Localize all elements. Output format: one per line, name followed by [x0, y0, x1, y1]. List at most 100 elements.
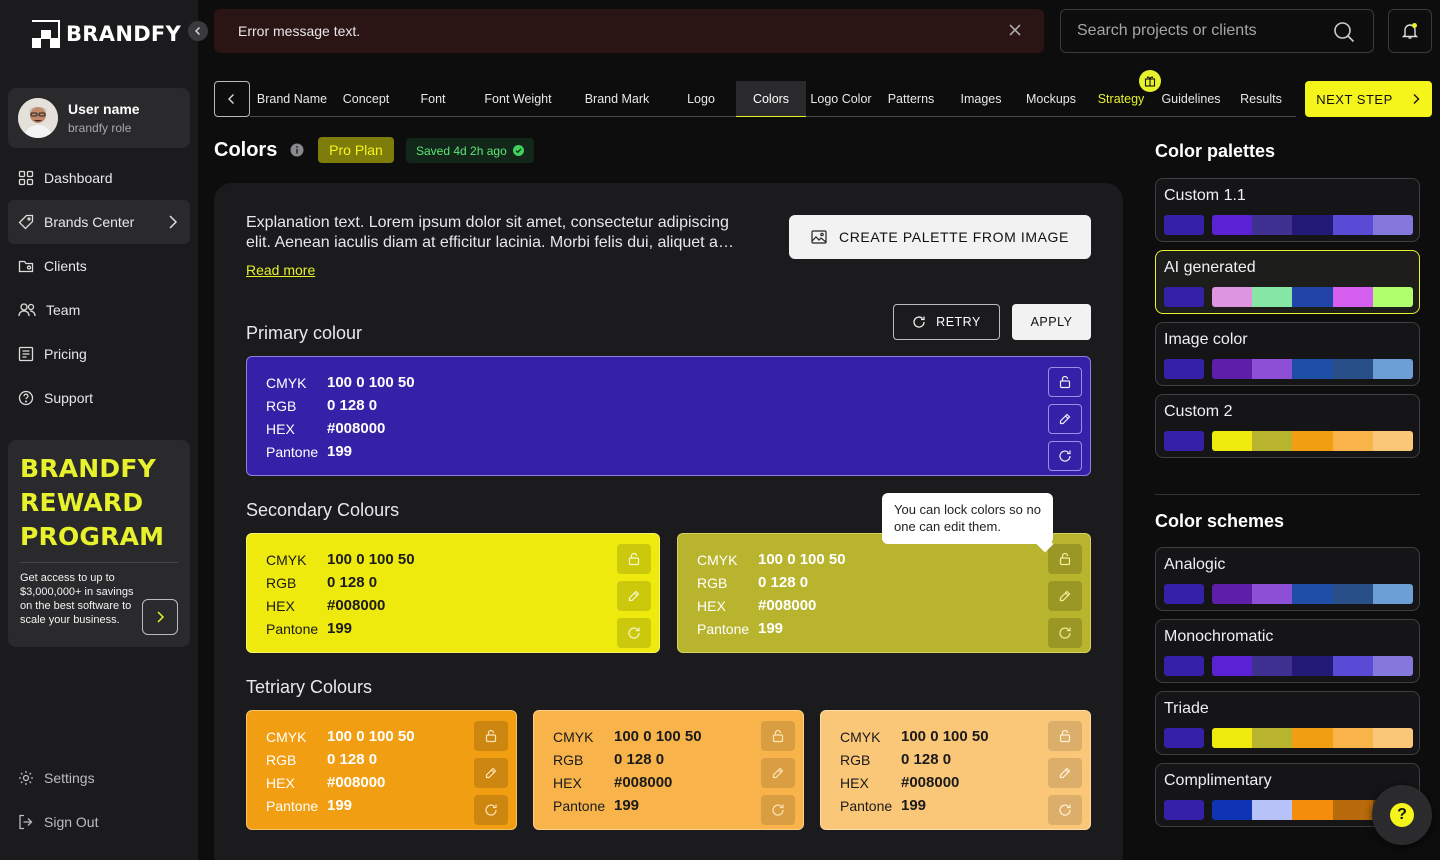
- color-value-hex[interactable]: #008000: [614, 774, 672, 791]
- tab-images[interactable]: Images: [946, 81, 1016, 117]
- color-value-cmyk[interactable]: 100 0 100 50: [901, 728, 989, 745]
- palette-card[interactable]: Custom 2: [1155, 394, 1420, 458]
- nav-item-clients[interactable]: Clients: [8, 244, 190, 288]
- color-value-pantone[interactable]: 199: [327, 620, 352, 637]
- lock-button[interactable]: [617, 544, 651, 574]
- reward-open-button[interactable]: [142, 599, 178, 635]
- lock-button[interactable]: [761, 721, 795, 751]
- edit-color-button[interactable]: [761, 758, 795, 788]
- color-card[interactable]: CMYK 100 0 100 50 RGB 0 128 0 HEX #008000 Pant…: [246, 533, 660, 653]
- edit-color-button[interactable]: [1048, 404, 1082, 434]
- palette-card[interactable]: Custom 1.1: [1155, 178, 1420, 242]
- nav-item-pricing[interactable]: Pricing: [8, 332, 190, 376]
- tab-patterns[interactable]: Patterns: [876, 81, 946, 117]
- regenerate-color-button[interactable]: [1048, 795, 1082, 825]
- brand-logo[interactable]: BRANDFY: [32, 20, 181, 48]
- color-card[interactable]: CMYK 100 0 100 50 RGB 0 128 0 HEX #008000 Pant…: [820, 710, 1091, 830]
- color-value-hex[interactable]: #008000: [327, 597, 385, 614]
- color-card[interactable]: CMYK 100 0 100 50 RGB 0 128 0 HEX #008000 Pant…: [246, 710, 517, 830]
- color-value-cmyk[interactable]: 100 0 100 50: [614, 728, 702, 745]
- notifications-button[interactable]: [1388, 9, 1432, 53]
- color-card[interactable]: CMYK 100 0 100 50 RGB 0 128 0 HEX #008000 Pant…: [533, 710, 804, 830]
- color-card[interactable]: CMYK 100 0 100 50 RGB 0 128 0 HEX #008000 Pant…: [246, 356, 1091, 476]
- tab-font-weight[interactable]: Font Weight: [468, 81, 568, 117]
- lock-button[interactable]: [1048, 367, 1082, 397]
- apply-button[interactable]: APPLY: [1012, 304, 1091, 340]
- tab-colors[interactable]: Colors: [736, 81, 806, 117]
- info-icon[interactable]: [290, 143, 304, 157]
- color-value-hex[interactable]: #008000: [901, 774, 959, 791]
- color-value-hex[interactable]: #008000: [327, 420, 385, 437]
- tab-guidelines[interactable]: Guidelines: [1156, 81, 1226, 117]
- edit-color-button[interactable]: [474, 758, 508, 788]
- tab-mockups[interactable]: Mockups: [1016, 81, 1086, 117]
- color-value-pantone[interactable]: 199: [614, 797, 639, 814]
- color-value-hex[interactable]: #008000: [758, 597, 816, 614]
- tab-concept[interactable]: Concept: [334, 81, 398, 117]
- palette-card[interactable]: AI generated: [1155, 250, 1420, 314]
- color-value-hex[interactable]: #008000: [327, 774, 385, 791]
- palette-name: Custom 2: [1164, 403, 1233, 420]
- palette-card[interactable]: Analogic: [1155, 547, 1420, 611]
- nav-item-brands-center[interactable]: Brands Center: [8, 200, 190, 244]
- users-icon: [18, 303, 36, 317]
- tab-font[interactable]: Font: [398, 81, 468, 117]
- lock-button[interactable]: [474, 721, 508, 751]
- color-value-rgb[interactable]: 0 128 0: [614, 751, 664, 768]
- palette-name: AI generated: [1164, 259, 1256, 276]
- color-value-rgb[interactable]: 0 128 0: [327, 751, 377, 768]
- nav-item-support[interactable]: Support: [8, 376, 190, 420]
- folder-user-icon: [18, 260, 34, 273]
- edit-color-button[interactable]: [1048, 758, 1082, 788]
- regenerate-color-button[interactable]: [1048, 441, 1082, 471]
- edit-color-button[interactable]: [617, 581, 651, 611]
- next-step-button[interactable]: NEXT STEP: [1305, 81, 1432, 117]
- edit-color-button[interactable]: [1048, 581, 1082, 611]
- nav-item-dashboard[interactable]: Dashboard: [8, 156, 190, 200]
- color-value-pantone[interactable]: 199: [901, 797, 926, 814]
- palette-card[interactable]: Triade: [1155, 691, 1420, 755]
- tab-logo-color[interactable]: Logo Color: [806, 81, 876, 117]
- color-value-rgb[interactable]: 0 128 0: [758, 574, 808, 591]
- tab-logo[interactable]: Logo: [666, 81, 736, 117]
- color-value-label: HEX: [266, 774, 295, 791]
- tab-brand-mark[interactable]: Brand Mark: [568, 81, 666, 117]
- color-value-cmyk[interactable]: 100 0 100 50: [327, 728, 415, 745]
- nav-item-team[interactable]: Team: [8, 288, 190, 332]
- lock-button[interactable]: [1048, 544, 1082, 574]
- sidebar-collapse-button[interactable]: [188, 21, 208, 41]
- tab-brand-name[interactable]: Brand Name: [250, 81, 334, 117]
- palette-card[interactable]: Image color: [1155, 322, 1420, 386]
- regenerate-color-button[interactable]: [1048, 618, 1082, 648]
- user-card[interactable]: User name brandfy role: [8, 88, 190, 148]
- color-value-rgb[interactable]: 0 128 0: [327, 574, 377, 591]
- nav-item-sign-out[interactable]: Sign Out: [8, 800, 190, 844]
- tab-results[interactable]: Results: [1226, 81, 1296, 117]
- help-button[interactable]: ?: [1372, 785, 1432, 845]
- color-value-cmyk[interactable]: 100 0 100 50: [327, 551, 415, 568]
- retry-button[interactable]: RETRY: [893, 304, 1000, 340]
- color-value-pantone[interactable]: 199: [327, 797, 352, 814]
- refresh-icon: [1058, 449, 1072, 463]
- back-button[interactable]: [214, 81, 250, 117]
- color-value-pantone[interactable]: 199: [758, 620, 783, 637]
- search-icon[interactable]: [1333, 21, 1355, 43]
- color-value-cmyk[interactable]: 100 0 100 50: [758, 551, 846, 568]
- regenerate-color-button[interactable]: [761, 795, 795, 825]
- create-palette-from-image-button[interactable]: CREATE PALETTE FROM IMAGE: [789, 215, 1091, 259]
- color-value-rgb[interactable]: 0 128 0: [901, 751, 951, 768]
- color-value-rgb[interactable]: 0 128 0: [327, 397, 377, 414]
- read-more-link[interactable]: Read more: [246, 262, 315, 278]
- color-value-cmyk[interactable]: 100 0 100 50: [327, 374, 415, 391]
- regenerate-color-button[interactable]: [617, 618, 651, 648]
- color-value-pantone[interactable]: 199: [327, 443, 352, 460]
- regenerate-color-button[interactable]: [474, 795, 508, 825]
- search-input[interactable]: [1077, 22, 1317, 40]
- lock-button[interactable]: [1048, 721, 1082, 751]
- palette-swatch: [1292, 800, 1333, 820]
- close-icon[interactable]: [1008, 23, 1022, 37]
- color-card[interactable]: CMYK 100 0 100 50 RGB 0 128 0 HEX #008000 Pant…: [677, 533, 1091, 653]
- palette-card[interactable]: Monochromatic: [1155, 619, 1420, 683]
- color-value-row-hex: HEX #008000: [266, 417, 415, 440]
- nav-item-settings[interactable]: Settings: [8, 756, 190, 800]
